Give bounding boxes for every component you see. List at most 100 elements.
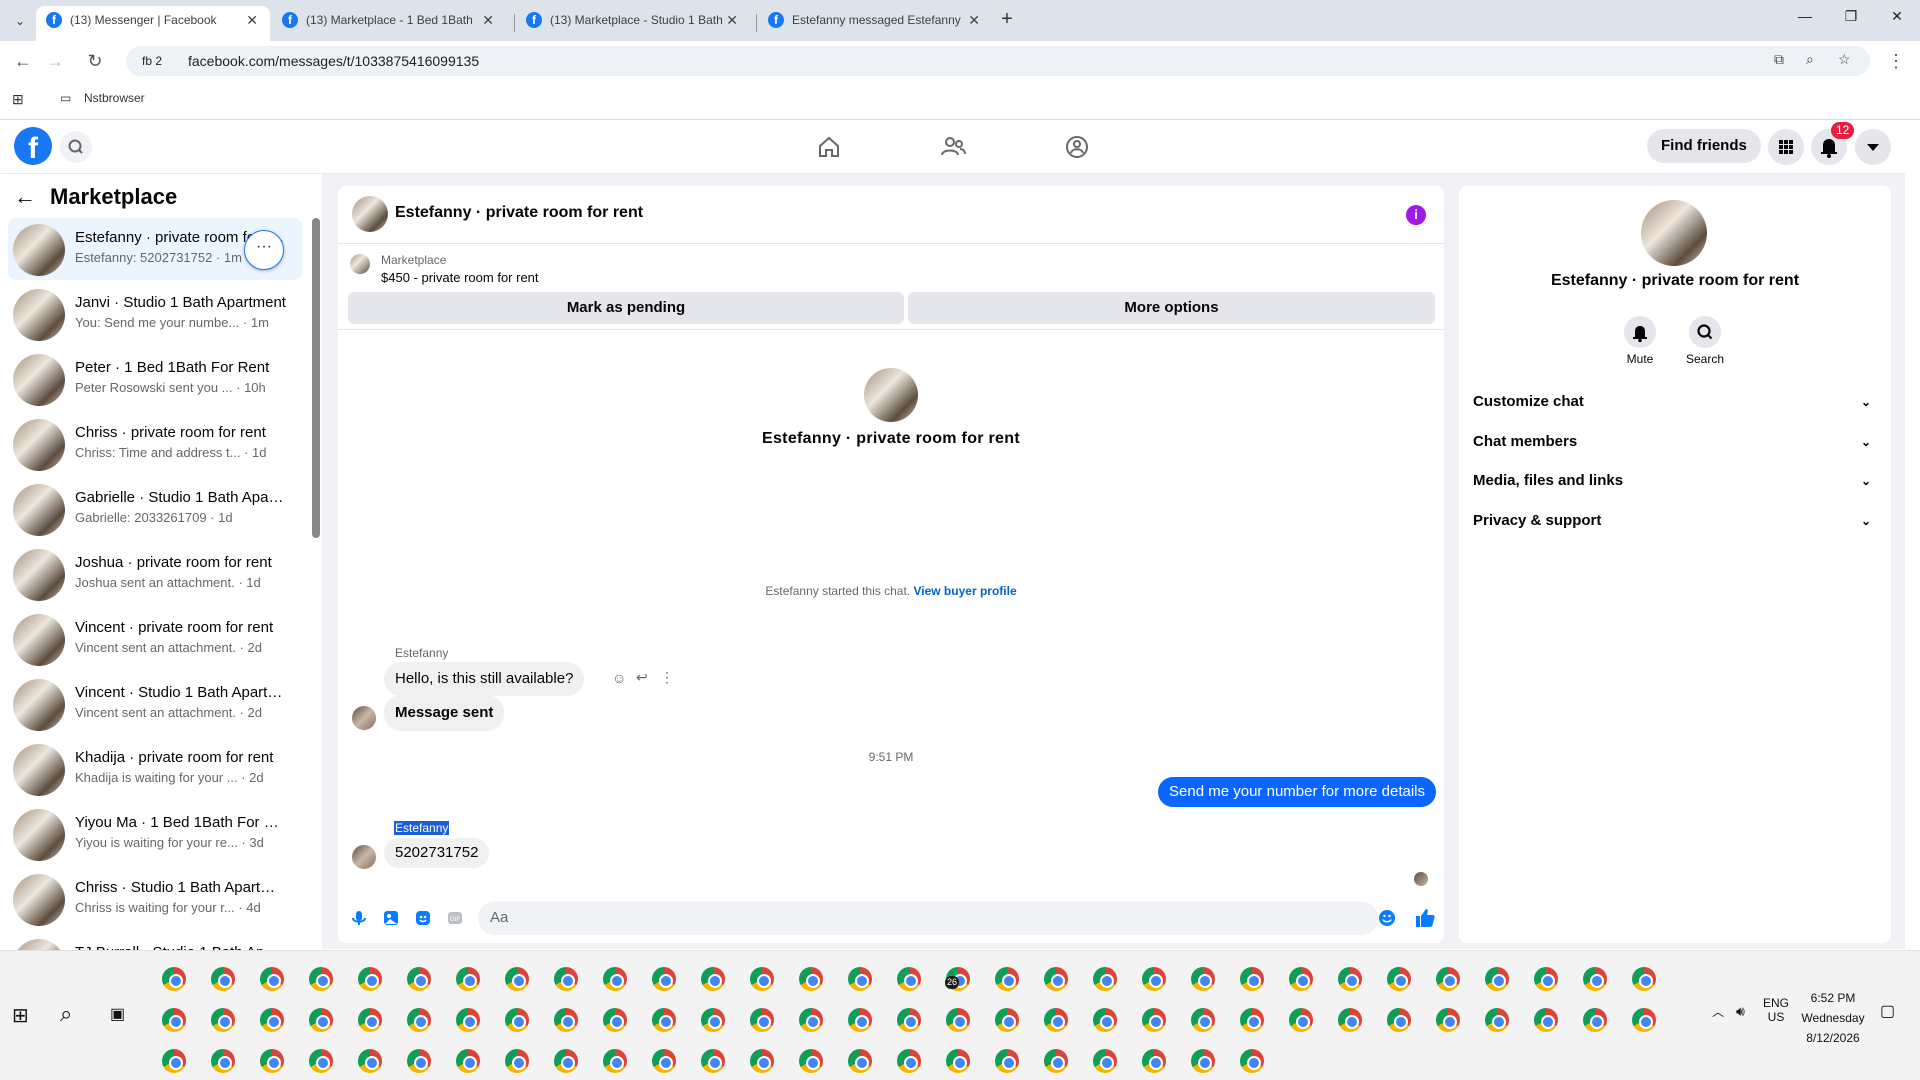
info-icon[interactable]: i (1406, 205, 1426, 225)
taskbar-app-icon[interactable] (1191, 967, 1215, 991)
taskbar-app-icon[interactable] (995, 1049, 1019, 1073)
taskbar-app-icon[interactable] (848, 1008, 872, 1032)
taskbar-app-icon[interactable] (750, 1049, 774, 1073)
voice-clip-icon[interactable] (350, 909, 368, 927)
emoji-icon[interactable] (1378, 909, 1396, 927)
taskbar-app-icon[interactable] (1044, 967, 1068, 991)
taskbar-app-icon[interactable] (848, 967, 872, 991)
find-friends-button[interactable]: Find friends (1647, 129, 1761, 163)
taskbar-app-icon[interactable] (701, 1008, 725, 1032)
taskbar-app-icon[interactable] (1534, 1008, 1558, 1032)
taskbar-app-icon[interactable] (456, 1008, 480, 1032)
taskbar-app-icon[interactable] (995, 967, 1019, 991)
taskbar-app-icon[interactable] (1289, 967, 1313, 991)
taskbar-app-icon[interactable] (554, 967, 578, 991)
taskbar-app-icon[interactable] (407, 1008, 431, 1032)
taskbar-app-icon[interactable] (260, 967, 284, 991)
taskbar-app-icon[interactable] (358, 967, 382, 991)
message-bubble[interactable]: 5202731752 (384, 838, 490, 868)
taskbar-app-icon[interactable] (652, 1008, 676, 1032)
message-bubble[interactable]: Message sent (384, 695, 505, 731)
taskbar-app-icon[interactable] (946, 1008, 970, 1032)
privacy-support-section[interactable]: Privacy & support ⌄ (1473, 501, 1877, 541)
restore-icon[interactable]: ❐ (1839, 8, 1863, 25)
taskbar-app-icon[interactable] (1191, 1049, 1215, 1073)
home-icon[interactable] (815, 133, 843, 161)
taskbar-app-icon[interactable] (1191, 1008, 1215, 1032)
taskbar-app-icon[interactable] (799, 1049, 823, 1073)
react-emoji-icon[interactable]: ☺ (612, 670, 626, 686)
chat-avatar[interactable] (352, 196, 388, 232)
taskbar-app-icon[interactable] (162, 1008, 186, 1032)
taskbar-app-icon[interactable] (1387, 967, 1411, 991)
taskbar-app-icon[interactable] (897, 967, 921, 991)
sticker-icon[interactable] (414, 909, 432, 927)
taskbar-app-icon[interactable] (162, 1049, 186, 1073)
close-tab-icon[interactable]: ✕ (482, 6, 494, 35)
zoom-icon[interactable]: ⌕ (1806, 51, 1814, 68)
taskbar-app-icon[interactable] (162, 967, 186, 991)
forward-icon[interactable]: → (43, 49, 67, 73)
taskbar-app-icon[interactable] (1240, 967, 1264, 991)
taskbar-app-icon[interactable] (1534, 967, 1558, 991)
browser-tab[interactable]: f (13) Marketplace - 1 Bed 1Bath ✕ (272, 6, 506, 41)
taskbar-app-icon[interactable] (211, 967, 235, 991)
close-tab-icon[interactable]: ✕ (968, 6, 980, 35)
media-files-links-section[interactable]: Media, files and links ⌄ (1473, 461, 1877, 501)
taskbar-app-icon[interactable] (505, 1008, 529, 1032)
taskbar-app-icon[interactable] (603, 967, 627, 991)
taskbar-app-icon[interactable] (1044, 1049, 1068, 1073)
taskbar-app-icon[interactable] (456, 1049, 480, 1073)
taskbar-app-icon[interactable] (652, 967, 676, 991)
search-icon[interactable]: ⌕ (60, 1001, 72, 1027)
taskbar-app-icon[interactable] (1093, 1049, 1117, 1073)
attach-photo-icon[interactable] (382, 909, 400, 927)
taskbar-app-icon[interactable] (799, 1008, 823, 1032)
mark-as-pending-button[interactable]: Mark as pending (348, 292, 904, 324)
browser-menu-icon[interactable]: ⋮ (1884, 49, 1908, 73)
taskbar-app-icon[interactable] (897, 1049, 921, 1073)
search-icon[interactable] (60, 131, 92, 163)
taskbar-app-icon[interactable] (1240, 1008, 1264, 1032)
more-actions-icon[interactable]: ⋮ (660, 669, 674, 686)
conversation-item[interactable]: Khadija · private room for rent Khadija i… (8, 738, 302, 800)
like-thumb-icon[interactable] (1414, 907, 1436, 929)
taskbar-app-icon[interactable] (1436, 967, 1460, 991)
taskbar-app-icon[interactable] (1632, 967, 1656, 991)
taskbar-app-icon[interactable] (848, 1049, 872, 1073)
tab-search-icon[interactable]: ⌄ (8, 9, 32, 33)
taskbar-app-icon[interactable] (407, 1049, 431, 1073)
view-buyer-profile-link[interactable]: View buyer profile (913, 584, 1016, 598)
clock[interactable]: 6:52 PM Wednesday 8/12/2026 (1796, 991, 1870, 1045)
apps-grid-icon[interactable]: ⊞ (12, 91, 24, 108)
conversation-more-icon[interactable]: ··· (244, 230, 284, 270)
taskbar-app-icon[interactable] (1387, 1008, 1411, 1032)
conversation-item[interactable]: Gabrielle · Studio 1 Bath Apartment Gabri… (8, 478, 302, 540)
taskbar-app-icon[interactable] (358, 1008, 382, 1032)
message-input[interactable]: Aa (478, 901, 1378, 935)
notification-center-icon[interactable]: ▢ (1880, 1001, 1895, 1021)
conversation-item[interactable]: Chriss · Studio 1 Bath Apartment Chriss i… (8, 868, 302, 930)
chat-title[interactable]: Estefanny · private room for rent (395, 204, 643, 222)
taskbar-app-icon[interactable] (505, 1049, 529, 1073)
close-tab-icon[interactable]: ✕ (246, 6, 258, 35)
taskbar-app-icon[interactable] (407, 967, 431, 991)
menu-grid-icon[interactable] (1768, 129, 1804, 165)
conversation-item[interactable]: Peter · 1 Bed 1Bath For Rent Peter Rosows… (8, 348, 302, 410)
taskbar-app-icon[interactable] (1583, 1008, 1607, 1032)
task-view-icon[interactable]: ▣ (110, 1004, 125, 1024)
reload-icon[interactable]: ↻ (83, 49, 107, 73)
taskbar-app-icon[interactable] (897, 1008, 921, 1032)
conversation-item[interactable]: Joshua · private room for rent Joshua sen… (8, 543, 302, 605)
customize-chat-section[interactable]: Customize chat ⌄ (1473, 382, 1877, 422)
conversation-item[interactable]: Janvi · Studio 1 Bath Apartment You: Send… (8, 283, 302, 345)
listing-thumbnail[interactable] (350, 254, 370, 274)
bookmark-star-icon[interactable]: ☆ (1838, 51, 1851, 68)
mute-button[interactable] (1624, 316, 1656, 348)
bookmark-nstbrowser[interactable]: Nstbrowser (84, 91, 145, 105)
page-scrollbar[interactable] (1905, 120, 1920, 950)
taskbar-app-icon[interactable] (603, 1008, 627, 1032)
reply-icon[interactable]: ↩ (636, 669, 648, 686)
taskbar-app-icon[interactable] (211, 1049, 235, 1073)
taskbar-app-icon[interactable] (1583, 967, 1607, 991)
